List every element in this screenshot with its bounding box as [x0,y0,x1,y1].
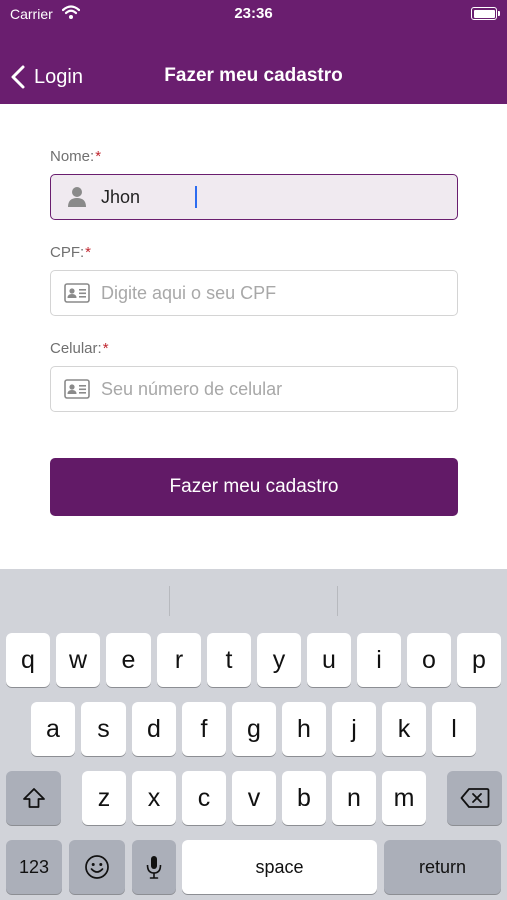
keyboard: q w e r t y u i o p a s d f g h j k l z … [0,569,507,900]
key-q[interactable]: q [6,633,50,687]
key-u[interactable]: u [307,633,351,687]
shift-icon [22,788,45,808]
page-title: Fazer meu cadastro [164,65,343,86]
id-card-icon [61,283,93,303]
celular-field[interactable] [50,366,458,412]
status-time: 23:36 [234,5,273,22]
id-card-icon [61,379,93,399]
key-d[interactable]: d [132,702,176,756]
key-n[interactable]: n [332,771,376,825]
microphone-icon [146,856,162,879]
key-f[interactable]: f [182,702,226,756]
key-e[interactable]: e [106,633,151,687]
delete-key[interactable] [447,771,502,825]
key-k[interactable]: k [382,702,426,756]
key-a[interactable]: a [31,702,75,756]
key-y[interactable]: y [257,633,301,687]
text-caret [195,186,197,208]
dictation-key[interactable] [132,840,176,894]
key-w[interactable]: w [56,633,100,687]
space-key[interactable]: space [182,840,377,894]
key-s[interactable]: s [81,702,126,756]
key-o[interactable]: o [407,633,451,687]
top-bar: Carrier 23:36 Login Fazer meu cadastro [0,0,507,104]
nome-label-text: Nome: [50,148,95,165]
key-p[interactable]: p [457,633,501,687]
key-j[interactable]: j [332,702,376,756]
emoji-key[interactable] [69,840,125,894]
user-icon [61,186,93,208]
key-z[interactable]: z [82,771,126,825]
required-mark: * [85,244,92,261]
nome-field[interactable] [50,174,458,220]
required-mark: * [95,148,102,165]
emoji-icon [85,855,109,879]
key-c[interactable]: c [182,771,226,825]
celular-label: Celular:* [50,340,109,357]
cpf-label: CPF:* [50,244,91,261]
nome-label: Nome:* [50,148,101,165]
cpf-input[interactable] [101,273,441,313]
backspace-icon [460,788,489,808]
key-r[interactable]: r [157,633,201,687]
numbers-key[interactable]: 123 [6,840,62,894]
shift-key[interactable] [6,771,61,825]
key-t[interactable]: t [207,633,251,687]
cpf-field[interactable] [50,270,458,316]
key-v[interactable]: v [232,771,276,825]
cpf-label-text: CPF: [50,244,85,261]
key-i[interactable]: i [357,633,401,687]
celular-input[interactable] [101,369,441,409]
key-m[interactable]: m [382,771,426,825]
submit-button[interactable]: Fazer meu cadastro [50,458,458,516]
return-key[interactable]: return [384,840,501,894]
key-h[interactable]: h [282,702,326,756]
nome-input[interactable] [101,177,441,217]
suggestion-divider [337,586,338,616]
key-x[interactable]: x [132,771,176,825]
status-bar: Carrier 23:36 [0,0,507,28]
suggestion-divider [169,586,170,616]
battery-icon [471,7,500,20]
celular-label-text: Celular: [50,340,102,357]
key-g[interactable]: g [232,702,276,756]
key-b[interactable]: b [282,771,326,825]
required-mark: * [102,340,109,357]
key-l[interactable]: l [432,702,476,756]
